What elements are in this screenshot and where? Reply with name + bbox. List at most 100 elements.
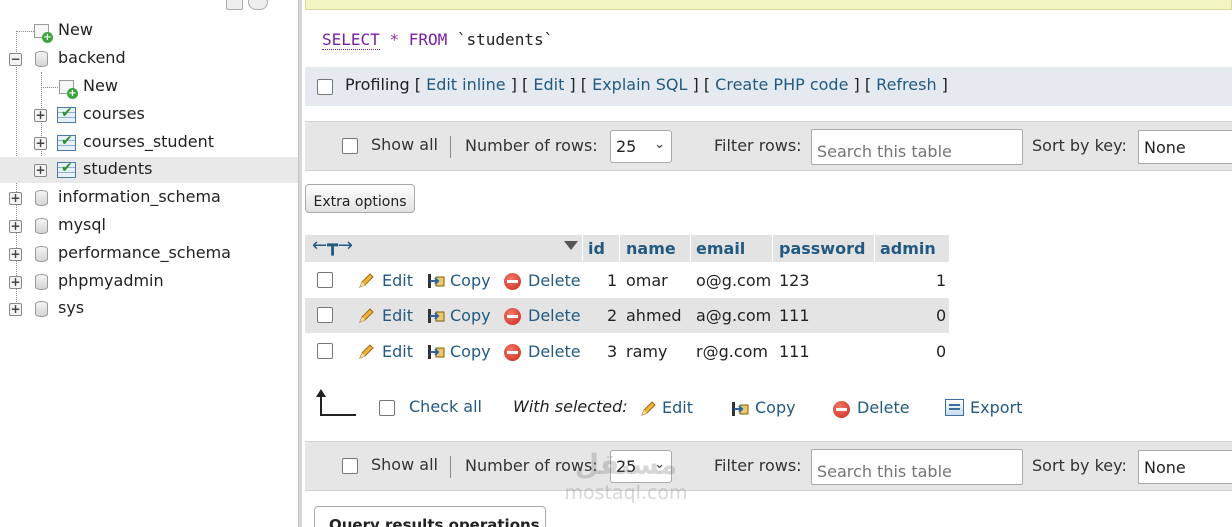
nav-item-courses[interactable]: + courses (0, 102, 298, 128)
filter-label: Filter rows: (714, 136, 802, 155)
cell-name[interactable]: omar (626, 271, 668, 290)
nav-item-sys[interactable]: + sys (0, 296, 298, 322)
delete-icon (504, 308, 521, 325)
nav-item-label: backend (58, 48, 126, 67)
bulk-copy-button[interactable]: Copy (755, 398, 796, 417)
table-row: Edit Copy Delete 3 ramy r@g.com 111 0 (305, 334, 949, 369)
nav-item-label: performance_schema (58, 243, 231, 262)
show-all-checkbox[interactable] (342, 458, 358, 474)
collapse-all-icon[interactable] (226, 0, 243, 10)
cell-password[interactable]: 111 (779, 306, 810, 325)
cell-admin[interactable]: 0 (936, 306, 946, 325)
expand-icon[interactable]: + (9, 303, 22, 316)
column-header-name[interactable]: name (626, 239, 676, 258)
sort-by-key-select[interactable]: None (1138, 450, 1232, 484)
cell-email[interactable]: r@g.com (696, 342, 768, 361)
sort-by-label: Sort by key: (1032, 456, 1127, 475)
collapse-icon[interactable]: − (9, 53, 22, 66)
row-checkbox[interactable] (317, 307, 333, 323)
edit-inline-link[interactable]: Edit inline (426, 75, 506, 94)
check-all-checkbox[interactable] (379, 400, 395, 416)
row-checkbox[interactable] (317, 272, 333, 288)
cell-name[interactable]: ramy (626, 342, 667, 361)
copy-row-link[interactable]: Copy (450, 306, 491, 325)
nav-item-phpmyadmin[interactable]: + phpmyadmin (0, 269, 298, 295)
cell-admin[interactable]: 0 (936, 342, 946, 361)
rows-label: Number of rows: (465, 456, 598, 475)
edit-row-link[interactable]: Edit (382, 271, 413, 290)
nav-item-backend[interactable]: − backend (0, 46, 298, 72)
cell-email[interactable]: a@g.com (696, 306, 771, 325)
explain-sql-link[interactable]: Explain SQL (592, 75, 687, 94)
nav-item-new-table[interactable]: New (0, 74, 298, 100)
rows-select[interactable]: 25 ⌄ (610, 450, 672, 483)
table-row: Edit Copy Delete 1 omar o@g.com 123 1 (305, 263, 949, 298)
extra-options-button[interactable]: Extra options (305, 184, 415, 213)
cell-id[interactable]: 3 (607, 342, 617, 361)
filter-rows-input[interactable] (811, 129, 1023, 165)
column-header-password[interactable]: password (779, 239, 865, 258)
bulk-edit-button[interactable]: Edit (662, 398, 693, 417)
table-row: Edit Copy Delete 2 ahmed a@g.com 111 0 (305, 298, 949, 333)
nav-item-students[interactable]: + students (0, 157, 298, 183)
sql-query[interactable]: SELECT * FROM `students` (322, 30, 553, 50)
show-all-label: Show all (371, 135, 438, 154)
nav-item-new[interactable]: New (0, 18, 298, 44)
expand-icon[interactable]: + (34, 164, 47, 177)
delete-row-link[interactable]: Delete (528, 271, 581, 290)
bulk-export-button[interactable]: Export (970, 398, 1022, 417)
profiling-checkbox[interactable] (317, 79, 333, 95)
expand-icon[interactable]: + (34, 109, 47, 122)
show-all-checkbox[interactable] (342, 138, 358, 154)
cell-id[interactable]: 1 (607, 271, 617, 290)
column-resize-arrows-icon[interactable]: ←┳→ (312, 235, 353, 256)
edit-row-link[interactable]: Edit (382, 342, 413, 361)
sql-keyword-select: SELECT (322, 30, 380, 50)
nav-item-performance-schema[interactable]: + performance_schema (0, 241, 298, 267)
nav-item-mysql[interactable]: + mysql (0, 213, 298, 239)
nav-item-label: New (83, 76, 118, 95)
filter-label: Filter rows: (714, 456, 802, 475)
row-checkbox[interactable] (317, 343, 333, 359)
nav-item-label: students (83, 159, 153, 178)
delete-icon (833, 401, 850, 418)
create-php-code-link[interactable]: Create PHP code (715, 75, 848, 94)
navigation-tree: New − backend New + courses + courses_st… (0, 0, 298, 527)
bulk-delete-button[interactable]: Delete (857, 398, 910, 417)
success-message (305, 0, 1232, 10)
expand-icon[interactable]: + (9, 220, 22, 233)
expand-icon[interactable]: + (9, 192, 22, 205)
expand-icon[interactable]: + (9, 276, 22, 289)
with-selected-label: With selected: (513, 397, 628, 416)
delete-row-link[interactable]: Delete (528, 342, 581, 361)
link-with-main-icon[interactable] (248, 0, 268, 10)
cell-admin[interactable]: 1 (936, 271, 946, 290)
expand-icon[interactable]: + (34, 137, 47, 150)
sort-by-key-select[interactable]: None (1138, 130, 1232, 164)
nav-item-information-schema[interactable]: + information_schema (0, 185, 298, 211)
check-all-link[interactable]: Check all (409, 397, 482, 416)
delete-row-link[interactable]: Delete (528, 306, 581, 325)
column-header-admin[interactable]: admin (880, 239, 936, 258)
cell-password[interactable]: 111 (779, 342, 810, 361)
edit-query-link[interactable]: Edit (533, 75, 564, 94)
rows-select[interactable]: 25 ⌄ (610, 130, 672, 163)
cell-id[interactable]: 2 (607, 306, 617, 325)
new-table-icon (59, 80, 78, 99)
results-table-header: ←┳→ id name email password admin (305, 235, 949, 262)
nav-item-label: courses_student (83, 132, 214, 151)
cell-email[interactable]: o@g.com (696, 271, 771, 290)
expand-icon[interactable]: + (9, 248, 22, 261)
edit-row-link[interactable]: Edit (382, 306, 413, 325)
refresh-link[interactable]: Refresh (876, 75, 936, 94)
column-header-email[interactable]: email (696, 239, 745, 258)
copy-row-link[interactable]: Copy (450, 342, 491, 361)
copy-row-link[interactable]: Copy (450, 271, 491, 290)
column-header-id[interactable]: id (588, 239, 605, 258)
filter-rows-input[interactable] (811, 449, 1023, 485)
database-icon (35, 301, 48, 317)
cell-password[interactable]: 123 (779, 271, 810, 290)
cell-name[interactable]: ahmed (626, 306, 682, 325)
sort-triangle-icon[interactable] (564, 241, 578, 250)
nav-item-courses-student[interactable]: + courses_student (0, 130, 298, 156)
